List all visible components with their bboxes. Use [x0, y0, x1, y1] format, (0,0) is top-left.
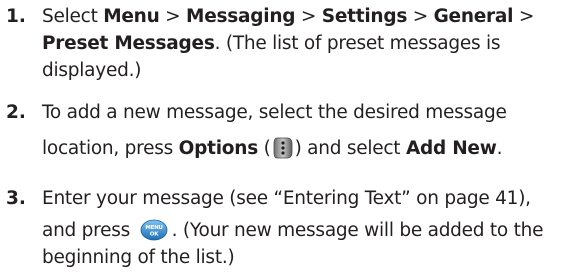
- text-line: Select Menu > Messaging > Settings > Gen…: [42, 6, 535, 27]
- menu-key-label: MENU: [145, 225, 162, 231]
- text-line: Preset Messages. (The list of preset mes…: [42, 33, 501, 54]
- menu-path-item: Menu: [103, 6, 160, 27]
- menu-path-item: Settings: [321, 6, 408, 27]
- key-name: Add New: [405, 138, 497, 159]
- text-line: and press MENU OK . (Your new message wi…: [42, 219, 544, 241]
- text-line: location, press Options ( ) and select A…: [42, 137, 503, 159]
- text-line: To add a new message, select the desired…: [42, 102, 507, 123]
- step-number: 2.: [6, 102, 26, 123]
- text-line: Enter your message (see “Entering Text” …: [42, 188, 531, 209]
- step-number: 1.: [6, 6, 26, 27]
- menu-path-item: General: [433, 6, 514, 27]
- ok-key-label: OK: [149, 231, 158, 237]
- menu-path-item: Messaging: [186, 6, 296, 27]
- text-line: displayed.): [42, 60, 142, 81]
- options-key-icon: [273, 137, 292, 158]
- instruction-list: 1. Select Menu > Messaging > Settings > …: [0, 0, 583, 276]
- key-name: Options: [178, 138, 259, 159]
- menu-path-item: Preset Messages: [42, 33, 215, 54]
- step-number: 3.: [6, 188, 26, 209]
- menu-ok-key-icon: MENU OK: [140, 219, 168, 240]
- text-line: beginning of the list.): [42, 247, 235, 268]
